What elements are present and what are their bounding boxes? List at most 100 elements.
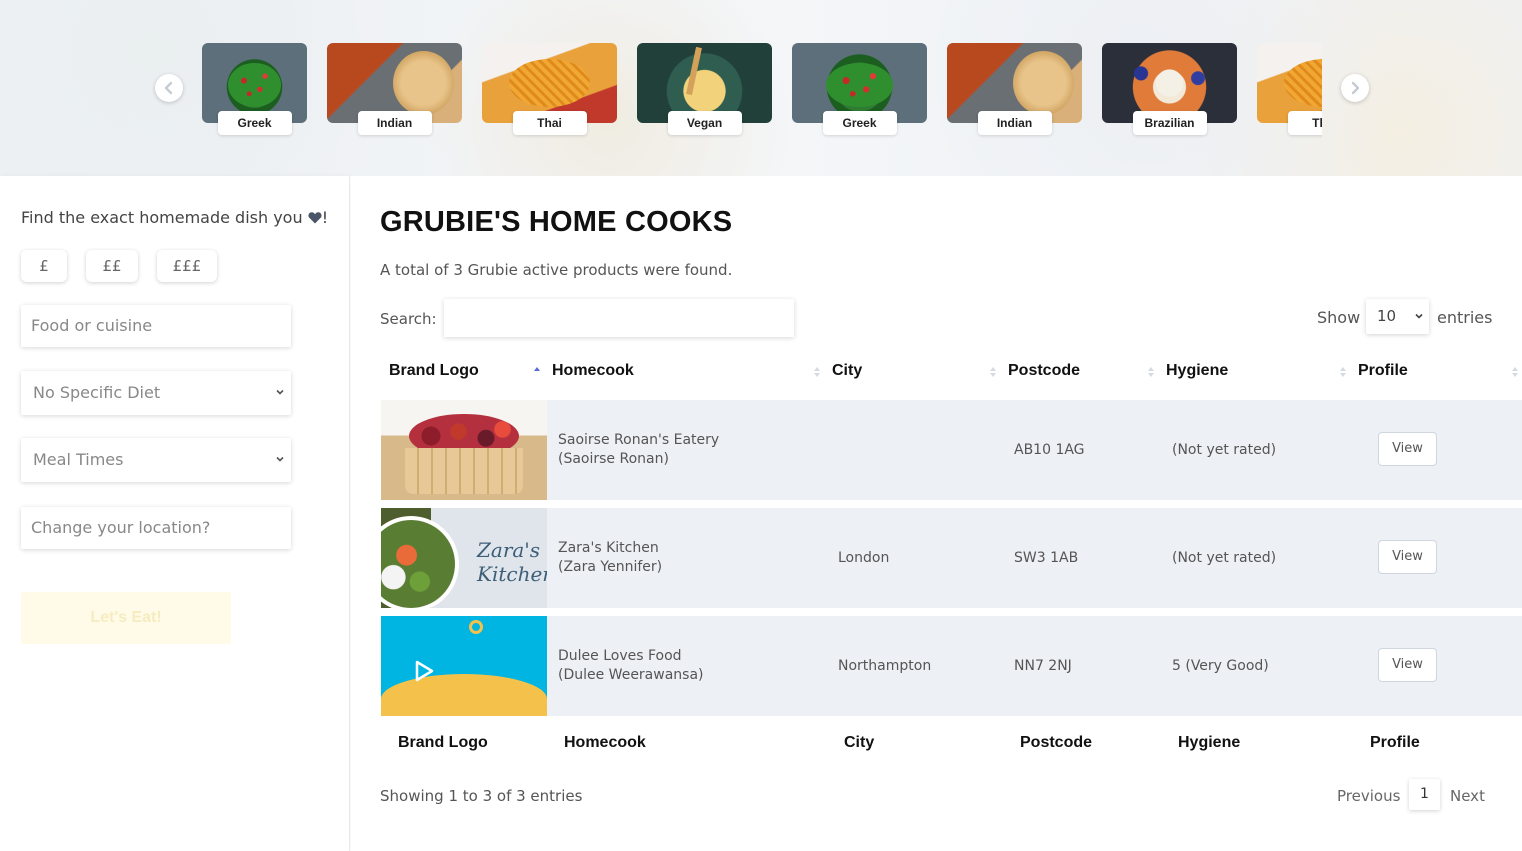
- cuisine-card-greek[interactable]: Greek: [792, 43, 927, 135]
- homecook-cell: Zara's Kitchen (Zara Yennifer): [558, 508, 828, 608]
- cuisine-card-label: Vegan: [667, 111, 742, 135]
- column-header-profile[interactable]: Profile: [1358, 362, 1408, 380]
- cuisine-card-indian[interactable]: Indian: [947, 43, 1082, 135]
- footer-hygiene: Hygiene: [1178, 734, 1241, 751]
- table-info: Showing 1 to 3 of 3 entries: [380, 787, 583, 805]
- city-cell: [838, 400, 998, 500]
- footer-city: City: [844, 734, 875, 751]
- homecook-cell: Saoirse Ronan's Eatery (Saoirse Ronan): [558, 400, 828, 500]
- show-label: Show: [1317, 308, 1361, 327]
- table-row: Dulee Loves Food (Dulee Weerawansa) North…: [381, 616, 1522, 716]
- ring-shape: [469, 620, 483, 634]
- postcode-cell: SW3 1AB: [1014, 549, 1079, 566]
- footer-brand-logo: Brand Logo: [398, 734, 488, 751]
- cuisine-card-thai[interactable]: Thai: [1257, 43, 1322, 135]
- chevron-down-icon: [276, 389, 284, 395]
- footer-homecook: Homecook: [564, 734, 646, 751]
- price-filter-mid[interactable]: ££: [86, 250, 138, 282]
- view-profile-button[interactable]: View: [1378, 648, 1437, 682]
- diet-select-value: No Specific Diet: [33, 383, 161, 402]
- main-content: GRUBIE'S HOME COOKS A total of 3 Grubie …: [351, 176, 1522, 851]
- view-profile-button[interactable]: View: [1378, 540, 1437, 574]
- sidebar-intro-suffix: !: [321, 208, 329, 227]
- homecook-name: Saoirse Ronan's Eatery: [558, 432, 720, 448]
- logo-wordmark: Zara'sKitchen: [477, 538, 547, 586]
- price-filter-high[interactable]: £££: [157, 250, 217, 282]
- chevron-down-icon: [276, 456, 284, 462]
- cuisine-card-indian[interactable]: Indian: [327, 43, 462, 135]
- filter-sidebar: Find the exact homemade dish you ! £ ££ …: [0, 176, 350, 851]
- chevron-left-icon: [164, 81, 173, 95]
- page-title: GRUBIE'S HOME COOKS: [380, 206, 733, 238]
- hygiene-cell: 5 (Very Good): [1172, 657, 1269, 674]
- hygiene-cell: (Not yet rated): [1172, 441, 1277, 458]
- table-row: Saoirse Ronan's Eatery (Saoirse Ronan) AB…: [381, 400, 1522, 500]
- sort-icon[interactable]: [1147, 364, 1155, 380]
- entries-per-page-select[interactable]: 10: [1366, 299, 1429, 334]
- postcode-cell: AB10 1AG: [1014, 441, 1085, 458]
- homecook-owner: (Dulee Weerawansa): [558, 667, 704, 683]
- column-header-brand-logo[interactable]: Brand Logo: [389, 362, 479, 380]
- carousel-prev-button[interactable]: [155, 74, 183, 102]
- column-header-hygiene[interactable]: Hygiene: [1166, 362, 1228, 380]
- cuisine-card-thai[interactable]: Thai: [482, 43, 617, 135]
- city-cell: London: [838, 549, 890, 566]
- carousel-track: Greek Indian Thai Vegan Greek Indian Bra…: [202, 43, 1322, 143]
- entries-label: entries: [1437, 308, 1493, 327]
- chevron-right-icon: [1351, 81, 1360, 95]
- lets-eat-button[interactable]: Let's Eat!: [21, 592, 231, 644]
- sort-icon[interactable]: [1339, 364, 1347, 380]
- footer-profile: Profile: [1370, 734, 1420, 751]
- sort-icon[interactable]: [1511, 364, 1519, 380]
- sort-icon[interactable]: [989, 364, 997, 380]
- search-label: Search:: [380, 310, 437, 328]
- diet-select[interactable]: No Specific Diet: [21, 371, 291, 415]
- location-input[interactable]: Change your location?: [21, 507, 291, 549]
- pagination-next[interactable]: Next: [1450, 787, 1485, 805]
- food-cuisine-input[interactable]: Food or cuisine: [21, 305, 291, 347]
- cuisine-card-label: Thai: [1287, 111, 1322, 135]
- brand-logo-dulee-image: [381, 616, 547, 716]
- food-bowl-icon: [381, 516, 459, 608]
- results-summary: A total of 3 Grubie active products were…: [380, 261, 733, 279]
- column-header-postcode[interactable]: Postcode: [1008, 362, 1080, 380]
- price-filter-low[interactable]: £: [21, 250, 67, 282]
- cuisine-card-label: Greek: [217, 111, 292, 135]
- homecook-name: Dulee Loves Food: [558, 648, 682, 664]
- cuisine-card-brazilian[interactable]: Brazilian: [1102, 43, 1237, 135]
- homecook-owner: (Zara Yennifer): [558, 559, 663, 575]
- column-header-city[interactable]: City: [832, 362, 862, 380]
- table-row: Zara'sKitchen Zara's Kitchen (Zara Yennif…: [381, 508, 1522, 608]
- sort-ascending-icon[interactable]: [533, 364, 541, 380]
- homecook-cell: Dulee Loves Food (Dulee Weerawansa): [558, 616, 828, 716]
- hygiene-cell: (Not yet rated): [1172, 549, 1277, 566]
- carousel-next-button[interactable]: [1341, 74, 1369, 102]
- footer-postcode: Postcode: [1020, 734, 1093, 751]
- cuisine-card-label: Thai: [512, 111, 587, 135]
- heart-icon: [308, 212, 322, 224]
- cuisine-carousel-banner: Greek Indian Thai Vegan Greek Indian Bra…: [0, 0, 1522, 176]
- meal-times-select[interactable]: Meal Times: [21, 438, 291, 482]
- homecook-name: Zara's Kitchen: [558, 540, 659, 556]
- entries-per-page-value: 10: [1377, 307, 1397, 325]
- cuisine-card-vegan[interactable]: Vegan: [637, 43, 772, 135]
- wave-shape: [381, 674, 547, 716]
- cuisine-card-label: Greek: [822, 111, 897, 135]
- postcode-cell: NN7 2NJ: [1014, 657, 1072, 674]
- sort-icon[interactable]: [813, 364, 821, 380]
- play-icon: [415, 660, 434, 682]
- sidebar-intro-text: Find the exact homemade dish you: [21, 208, 303, 227]
- view-profile-button[interactable]: View: [1378, 432, 1437, 466]
- table-search-input[interactable]: [444, 299, 794, 337]
- city-cell: Northampton: [838, 657, 932, 674]
- cuisine-card-label: Indian: [977, 111, 1052, 135]
- cuisine-card-label: Indian: [357, 111, 432, 135]
- column-header-homecook[interactable]: Homecook: [552, 362, 634, 380]
- cuisine-card-label: Brazilian: [1132, 111, 1207, 135]
- pagination-previous[interactable]: Previous: [1337, 787, 1400, 805]
- chevron-down-icon: [1415, 313, 1423, 319]
- pagination-page-1[interactable]: 1: [1409, 779, 1440, 810]
- homecook-owner: (Saoirse Ronan): [558, 451, 669, 467]
- cuisine-card-greek[interactable]: Greek: [202, 43, 307, 135]
- meal-times-select-value: Meal Times: [33, 450, 124, 469]
